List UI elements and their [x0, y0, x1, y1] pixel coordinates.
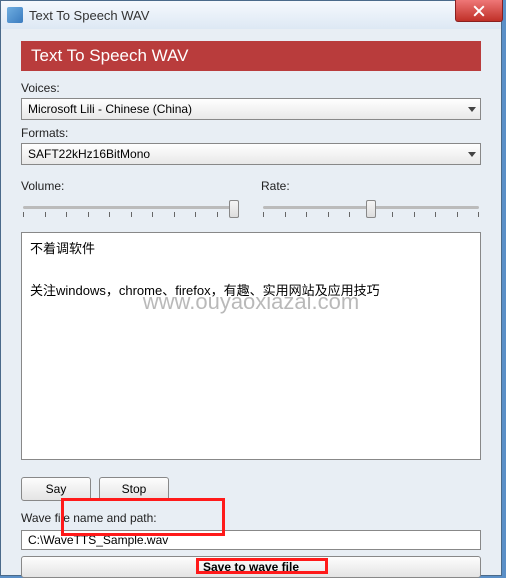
formats-selected: SAFT22kHz16BitMono — [28, 147, 150, 161]
volume-label: Volume: — [21, 179, 241, 193]
app-icon — [7, 7, 23, 23]
window-title: Text To Speech WAV — [29, 8, 149, 23]
app-banner: Text To Speech WAV — [21, 41, 481, 71]
wavefile-path-input[interactable] — [21, 530, 481, 550]
say-button[interactable]: Say — [21, 477, 91, 501]
slider-thumb[interactable] — [366, 200, 376, 218]
content-area: Text To Speech WAV Voices: Microsoft Lil… — [1, 29, 501, 575]
banner-title: Text To Speech WAV — [31, 46, 188, 65]
slider-ticks — [21, 212, 241, 218]
close-button[interactable] — [455, 0, 503, 22]
voices-dropdown[interactable]: Microsoft Lili - Chinese (China) — [21, 98, 481, 120]
chevron-down-icon — [468, 107, 476, 112]
app-window: Text To Speech WAV Text To Speech WAV Vo… — [0, 0, 502, 576]
wavefile-label: Wave file name and path: — [21, 511, 481, 525]
voices-selected: Microsoft Lili - Chinese (China) — [28, 102, 192, 116]
slider-thumb[interactable] — [229, 200, 239, 218]
play-controls: Say Stop — [21, 477, 481, 501]
voices-label: Voices: — [21, 81, 481, 95]
save-button[interactable]: Save to wave file — [21, 556, 481, 578]
volume-slider[interactable] — [21, 196, 241, 224]
rate-label: Rate: — [261, 179, 481, 193]
rate-slider[interactable] — [261, 196, 481, 224]
close-icon — [473, 5, 485, 17]
stop-button[interactable]: Stop — [99, 477, 169, 501]
chevron-down-icon — [468, 152, 476, 157]
titlebar: Text To Speech WAV — [1, 1, 501, 29]
slider-track — [23, 206, 239, 209]
text-input[interactable] — [21, 232, 481, 460]
formats-dropdown[interactable]: SAFT22kHz16BitMono — [21, 143, 481, 165]
formats-label: Formats: — [21, 126, 481, 140]
